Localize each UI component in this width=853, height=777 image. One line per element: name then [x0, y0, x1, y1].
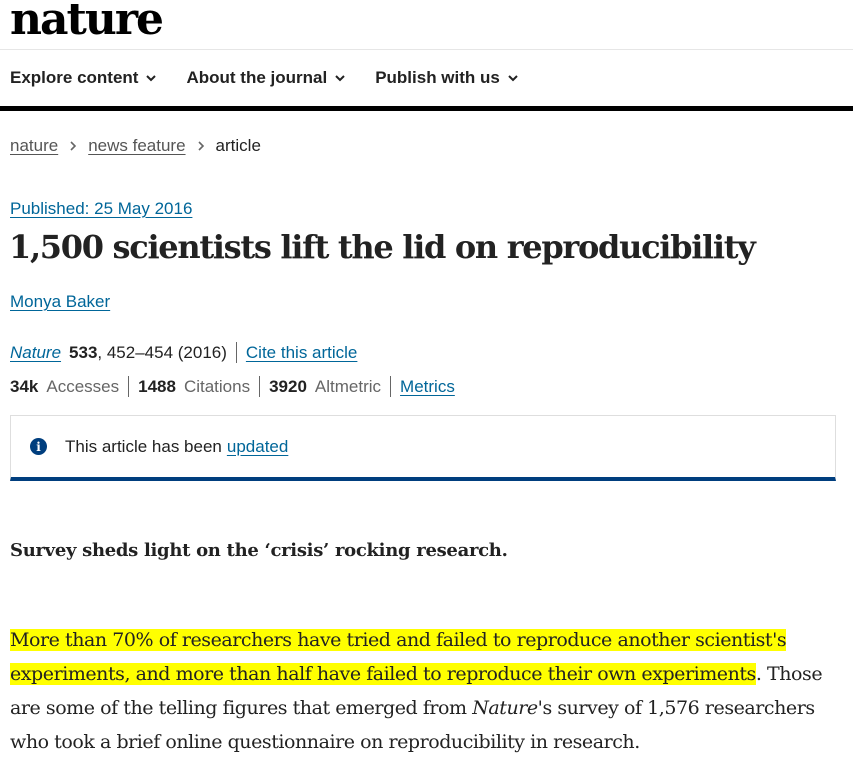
- metrics-link[interactable]: Metrics: [400, 377, 455, 397]
- nav-publish-with-us[interactable]: Publish with us: [375, 68, 519, 88]
- divider: [259, 376, 261, 397]
- notice-text: This article has been: [65, 436, 222, 456]
- page-range: , 452–454 (2016): [97, 342, 227, 362]
- divider: [128, 376, 130, 397]
- info-icon: i: [30, 438, 47, 455]
- journal-name-italic: Nature: [472, 697, 538, 719]
- article-metrics: 34k Accesses 1488 Citations 3920 Altmetr…: [10, 376, 455, 397]
- altmetric-label: Altmetric: [314, 376, 382, 396]
- article-paragraph: More than 70% of researchers have tried …: [10, 623, 845, 759]
- journal-link[interactable]: Nature: [10, 343, 61, 363]
- accesses-label: Accesses: [46, 376, 120, 396]
- breadcrumb: nature news feature article: [10, 136, 261, 156]
- nav-about-the-journal-label: About the journal: [186, 68, 328, 87]
- main-nav: Explore content About the journal Publis…: [0, 50, 853, 111]
- divider: [235, 342, 237, 363]
- update-notice: i This article has been updated: [10, 415, 836, 481]
- nav-publish-with-us-label: Publish with us: [375, 68, 500, 87]
- published-date-link[interactable]: Published: 25 May 2016: [10, 199, 192, 219]
- citations-count: 1488: [138, 376, 176, 396]
- updated-link[interactable]: updated: [227, 437, 288, 457]
- chevron-right-icon: [197, 141, 204, 151]
- divider: [390, 376, 392, 397]
- accesses-count: 34k: [10, 376, 39, 396]
- nature-logo[interactable]: nature: [10, 0, 853, 42]
- breadcrumb-current: article: [215, 136, 261, 155]
- chevron-right-icon: [70, 141, 77, 151]
- breadcrumb-link-news-feature[interactable]: news feature: [88, 136, 185, 156]
- nav-explore-content-label: Explore content: [10, 68, 139, 87]
- highlighted-text: More than 70% of researchers have tried …: [10, 629, 787, 685]
- article-title: 1,500 scientists lift the lid on reprodu…: [9, 228, 756, 266]
- citation-line: Nature 533 , 452–454 (2016) Cite this ar…: [10, 342, 357, 363]
- author-link[interactable]: Monya Baker: [10, 292, 110, 312]
- volume-number: 533: [69, 342, 98, 362]
- chevron-down-icon: [508, 75, 518, 82]
- breadcrumb-link-nature[interactable]: nature: [10, 136, 58, 156]
- altmetric-score: 3920: [269, 376, 307, 396]
- site-header: nature: [0, 0, 853, 50]
- chevron-down-icon: [146, 75, 157, 82]
- chevron-down-icon: [335, 75, 345, 82]
- nav-explore-content[interactable]: Explore content: [10, 68, 157, 88]
- nav-about-the-journal[interactable]: About the journal: [186, 68, 346, 88]
- cite-this-article-link[interactable]: Cite this article: [246, 343, 357, 363]
- citations-label: Citations: [183, 376, 251, 396]
- article-standfirst: Survey sheds light on the ‘crisis’ rocki…: [10, 540, 508, 561]
